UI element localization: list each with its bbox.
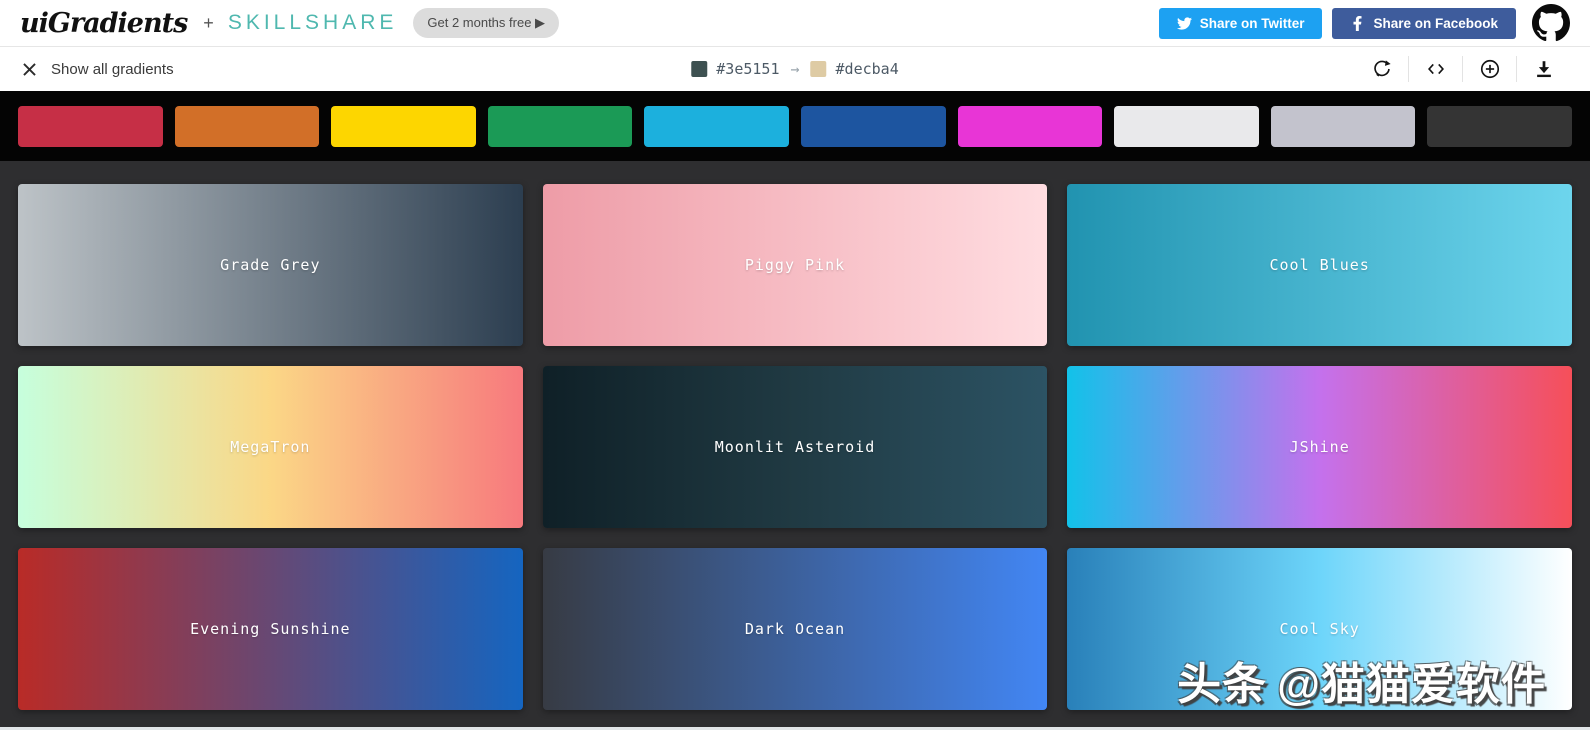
twitter-icon (1177, 16, 1192, 31)
skillshare-logo[interactable]: SKILLSHARE (228, 11, 398, 35)
from-color-swatch (691, 61, 707, 77)
plus-separator: + (203, 13, 214, 34)
share-twitter-label: Share on Twitter (1200, 16, 1305, 31)
color-filter-blue[interactable] (644, 106, 789, 147)
gradient-name: Grade Grey (220, 256, 320, 274)
color-filter-black[interactable] (1427, 106, 1572, 147)
download-button[interactable] (1517, 54, 1570, 84)
show-all-gradients-label: Show all gradients (51, 61, 174, 78)
share-twitter-button[interactable]: Share on Twitter (1159, 8, 1323, 39)
color-filter-grey[interactable] (1271, 106, 1416, 147)
github-link[interactable] (1532, 4, 1570, 42)
gradient-grid: Grade Grey Piggy Pink Cool Blues MegaTron Mo… (0, 161, 1590, 727)
download-icon (1533, 58, 1555, 80)
code-icon (1425, 58, 1447, 80)
gradient-name: JShine (1290, 438, 1350, 456)
watermark: 头条@猫猫爱软件 (1177, 648, 1546, 712)
gradient-card[interactable]: MegaTron (18, 366, 523, 528)
github-icon (1532, 4, 1570, 42)
top-header: uiGradients + SKILLSHARE Get 2 months fr… (0, 0, 1590, 47)
share-facebook-label: Share on Facebook (1373, 16, 1498, 31)
gradient-card[interactable]: Piggy Pink (543, 184, 1048, 346)
arrow-right-icon: → (788, 60, 801, 78)
gradient-name: Piggy Pink (745, 256, 845, 274)
toolbar: Show all gradients #3e5151 → #decba4 (0, 47, 1590, 91)
watermark-prefix: 头条 (1177, 660, 1267, 709)
color-filter-strip (0, 91, 1590, 161)
color-filter-pink[interactable] (958, 106, 1103, 147)
refresh-icon (1371, 58, 1393, 80)
color-filter-red[interactable] (18, 106, 163, 147)
gradient-name: Moonlit Asteroid (715, 438, 876, 456)
color-filter-yellow[interactable] (331, 106, 476, 147)
gradient-card[interactable]: Cool Blues (1067, 184, 1572, 346)
close-icon (20, 60, 39, 79)
gradient-card[interactable]: Evening Sunshine (18, 548, 523, 710)
color-filter-green[interactable] (488, 106, 633, 147)
gradient-name: Cool Sky (1280, 620, 1360, 638)
show-all-gradients-button[interactable]: Show all gradients (20, 60, 174, 79)
to-color-swatch (811, 61, 827, 77)
watermark-handle: @猫猫爱软件 (1277, 660, 1546, 709)
uigradients-logo[interactable]: uiGradients (20, 8, 187, 39)
facebook-icon (1350, 16, 1365, 31)
color-filter-dark-blue[interactable] (801, 106, 946, 147)
to-hex-label: #decba4 (836, 60, 899, 78)
gradient-card[interactable]: Grade Grey (18, 184, 523, 346)
gradient-name: Cool Blues (1270, 256, 1370, 274)
promo-button[interactable]: Get 2 months free ▶ (413, 8, 559, 38)
gradient-name: Evening Sunshine (190, 620, 351, 638)
get-code-button[interactable] (1409, 54, 1462, 84)
current-gradient-hex: #3e5151 → #decba4 (691, 60, 898, 78)
color-filter-orange[interactable] (175, 106, 320, 147)
gradient-card[interactable]: Dark Ocean (543, 548, 1048, 710)
plus-circle-icon (1479, 58, 1501, 80)
toolbar-actions (1355, 54, 1570, 84)
gradient-card[interactable]: Moonlit Asteroid (543, 366, 1048, 528)
gradient-name: Dark Ocean (745, 620, 845, 638)
share-facebook-button[interactable]: Share on Facebook (1332, 8, 1516, 39)
add-gradient-button[interactable] (1463, 54, 1516, 84)
gradient-name: MegaTron (230, 438, 310, 456)
color-filter-white[interactable] (1114, 106, 1259, 147)
header-actions: Share on Twitter Share on Facebook (1159, 4, 1570, 42)
from-hex-label: #3e5151 (716, 60, 779, 78)
random-gradient-button[interactable] (1355, 54, 1408, 84)
gradient-card[interactable]: JShine (1067, 366, 1572, 528)
